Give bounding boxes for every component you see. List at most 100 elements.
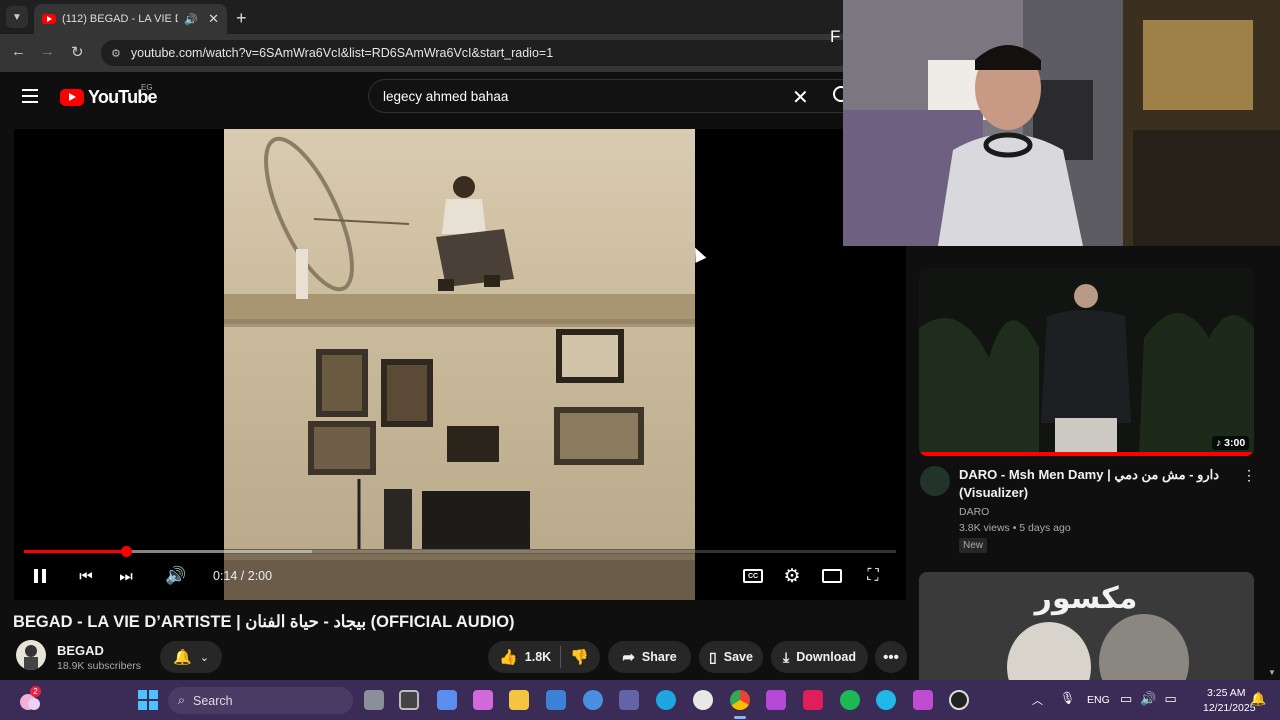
- divider: [560, 646, 562, 668]
- download-icon: ⤓: [783, 648, 790, 665]
- share-button[interactable]: ➦ Share: [608, 641, 691, 673]
- store-icon[interactable]: [437, 690, 457, 710]
- recommended-thumbnail[interactable]: [919, 268, 1254, 456]
- active-app-indicator: [734, 716, 746, 719]
- reload-icon[interactable]: ↻: [71, 43, 84, 61]
- edge-icon[interactable]: [656, 690, 676, 710]
- clear-search-icon[interactable]: ✕: [792, 85, 809, 110]
- youtube-play-icon: [60, 89, 84, 106]
- previous-button[interactable]: ⏮: [76, 565, 96, 587]
- spotify-icon[interactable]: [840, 690, 860, 710]
- country-code: EG: [141, 83, 153, 92]
- share-arrow-icon: ➦: [622, 649, 635, 666]
- menu-icon[interactable]: [22, 89, 38, 103]
- volume-button[interactable]: 🔊: [164, 565, 188, 587]
- bell-icon: 🔔: [173, 649, 192, 666]
- thumbnail-title-text: مكسور: [1033, 581, 1138, 616]
- recommended-thumbnail[interactable]: مكسور: [919, 572, 1254, 680]
- recommended-title[interactable]: DARO - Msh Men Damy | دارو - مش من دمي (…: [959, 466, 1229, 502]
- pause-button[interactable]: [31, 565, 49, 587]
- taskbar-search-label: Search: [193, 693, 233, 708]
- file-explorer-icon[interactable]: [509, 690, 529, 710]
- teams-icon[interactable]: [619, 690, 639, 710]
- download-label: Download: [796, 650, 856, 664]
- next-button[interactable]: ⏭: [116, 565, 136, 587]
- video-title: BEGAD - LA VIE D’ARTISTE | بيجاد - حياة …: [13, 613, 515, 631]
- duration-badge: ♪ 3:00: [1212, 436, 1250, 450]
- chevron-down-icon: ⌄: [199, 651, 209, 664]
- like-count: 1.8K: [524, 650, 552, 664]
- like-dislike-group: 👍 1.8K 👎: [488, 641, 600, 673]
- taskbar-search[interactable]: ⌕ Search: [168, 687, 353, 714]
- browser-tab[interactable]: (112) BEGAD - LA VIE D'ARTISTE 🔊 ✕: [34, 4, 227, 34]
- subtitles-button[interactable]: CC: [742, 565, 764, 587]
- channel-name[interactable]: BEGAD: [57, 643, 104, 658]
- more-actions-button[interactable]: •••: [875, 641, 907, 673]
- download-button[interactable]: ⤓ Download: [771, 641, 868, 673]
- clock-date[interactable]: 12/21/2025: [1203, 702, 1256, 714]
- clock-time[interactable]: 3:25 AM: [1207, 687, 1246, 699]
- grammarly-icon[interactable]: [583, 690, 603, 710]
- channel-avatar[interactable]: [16, 640, 46, 670]
- tab-search-button[interactable]: ▼: [6, 6, 28, 28]
- task-view-icon[interactable]: [364, 690, 384, 710]
- played-bar: [24, 550, 127, 553]
- fullscreen-button[interactable]: ⛶: [862, 565, 884, 587]
- canva-icon[interactable]: [876, 690, 896, 710]
- webcam-overlay: [843, 0, 1280, 246]
- language-indicator[interactable]: ENG: [1087, 694, 1110, 706]
- notifications-icon[interactable]: 🔔: [1250, 691, 1266, 707]
- like-button[interactable]: 👍 1.8K: [499, 648, 551, 666]
- settings-gear-icon[interactable]: ⚙: [781, 565, 803, 587]
- share-label: Share: [641, 650, 677, 664]
- thumbs-down-icon[interactable]: 👎: [570, 648, 589, 666]
- avatar[interactable]: [920, 466, 950, 496]
- duration-text: 3:00: [1224, 437, 1246, 449]
- network-icon: ▭: [1120, 691, 1133, 706]
- url-text: youtube.com/watch?v=6SAmWra6VcI&list=RD6…: [130, 46, 554, 60]
- system-tray[interactable]: ▭ 🔊 ▭: [1120, 691, 1177, 707]
- search-icon: ⌕: [178, 693, 186, 707]
- microphone-icon[interactable]: 🎙: [1060, 691, 1075, 705]
- onenote-icon[interactable]: [766, 690, 786, 710]
- tab-title: (112) BEGAD - LA VIE D'ARTISTE: [62, 13, 178, 25]
- overflow-letter: F: [830, 27, 841, 46]
- recommended-meta: 3.8K views • 5 days ago: [959, 522, 1071, 534]
- address-bar[interactable]: ⚙ youtube.com/watch?v=6SAmWra6VcI&list=R…: [101, 40, 843, 66]
- time-display: 0:14 / 2:00: [213, 569, 273, 583]
- search-query-text: legecy ahmed bahaa: [383, 88, 509, 104]
- youtube-favicon-icon: [42, 14, 56, 24]
- back-arrow-icon[interactable]: ←: [11, 43, 26, 60]
- copilot-icon[interactable]: [473, 690, 493, 710]
- steam-icon[interactable]: [949, 690, 969, 710]
- more-vert-icon[interactable]: ⋮: [1242, 467, 1256, 484]
- forward-arrow-icon[interactable]: →: [40, 43, 55, 60]
- app-icon[interactable]: [913, 690, 933, 710]
- scrubber-handle[interactable]: [121, 546, 133, 557]
- theater-mode-button[interactable]: [821, 565, 843, 587]
- thumbs-up-icon: 👍: [499, 649, 518, 666]
- clock-app-icon[interactable]: [693, 690, 713, 710]
- show-hidden-icons-chevron-icon[interactable]: ︿: [1032, 692, 1043, 708]
- bookmark-icon: ▯: [709, 648, 717, 665]
- new-tab-button[interactable]: +: [236, 8, 247, 29]
- subscriber-count: 18.9K subscribers: [57, 660, 142, 672]
- speaker-icon[interactable]: 🔊: [184, 13, 198, 26]
- save-button[interactable]: ▯ Save: [699, 641, 763, 673]
- chrome-icon[interactable]: [730, 690, 750, 710]
- save-label: Save: [723, 650, 753, 664]
- close-tab-icon[interactable]: ✕: [208, 11, 219, 27]
- recommended-channel[interactable]: DARO: [959, 506, 989, 518]
- slack-icon[interactable]: [803, 690, 823, 710]
- outlook-icon[interactable]: [546, 690, 566, 710]
- subscribed-bell-button[interactable]: 🔔 ⌄: [160, 641, 222, 673]
- music-note-icon: ♪: [1216, 437, 1222, 449]
- site-info-icon[interactable]: ⚙: [111, 47, 121, 60]
- unity-icon[interactable]: [399, 690, 419, 710]
- notification-badge: 2: [30, 686, 41, 697]
- search-input[interactable]: legecy ahmed bahaa: [368, 79, 843, 113]
- scroll-down-arrow-icon[interactable]: ▼: [1268, 668, 1276, 677]
- battery-icon: ▭: [1164, 691, 1177, 706]
- video-artwork[interactable]: [224, 129, 695, 600]
- start-button[interactable]: [138, 690, 158, 710]
